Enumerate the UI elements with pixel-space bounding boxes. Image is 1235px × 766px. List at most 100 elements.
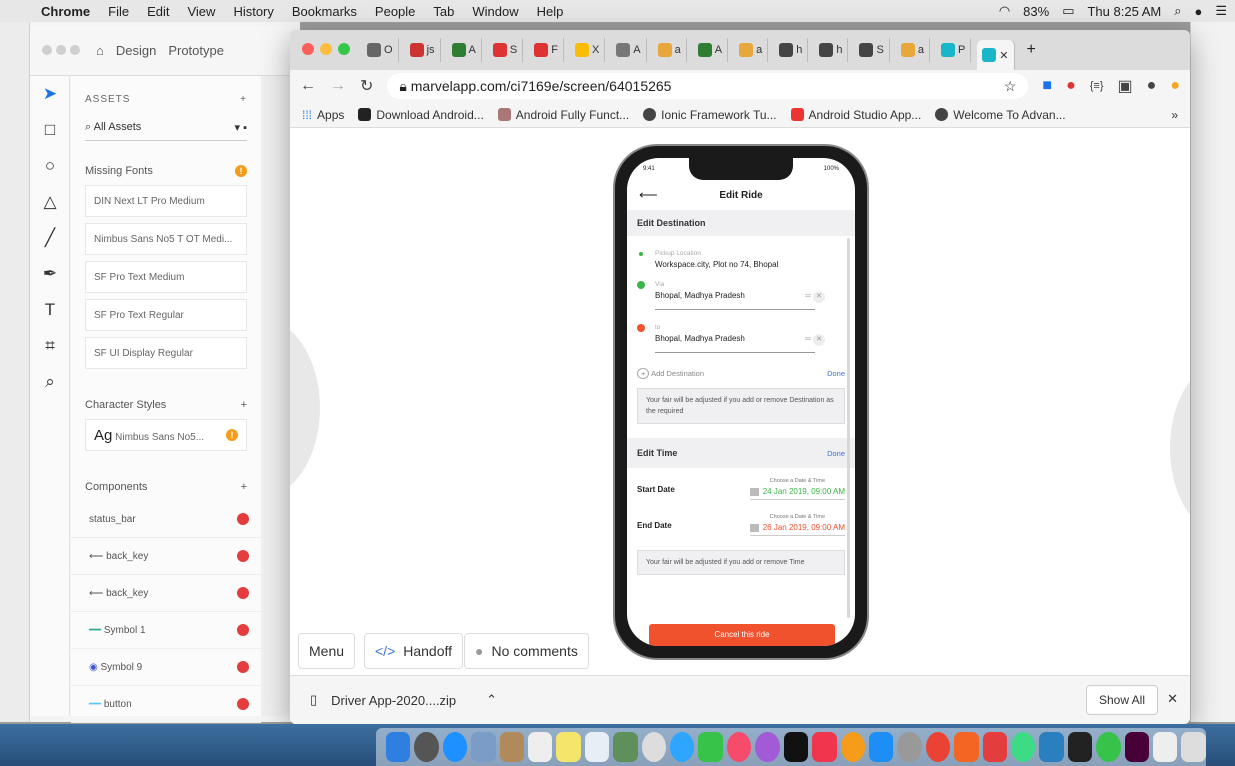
reminders-icon[interactable] <box>584 732 610 762</box>
menu-button[interactable]: Menu <box>298 633 356 669</box>
messages-icon[interactable] <box>670 732 695 762</box>
close-shelf-icon[interactable]: ✕ <box>1167 691 1178 707</box>
update-warning-icon[interactable]: ● <box>1170 77 1180 95</box>
forward-icon[interactable]: → <box>330 77 346 95</box>
triangle-tool-icon[interactable]: △ <box>30 184 70 220</box>
browser-tab[interactable]: A <box>611 38 647 62</box>
profile-avatar[interactable]: ● <box>1147 77 1157 95</box>
font-item[interactable]: SF Pro Text Medium <box>85 261 247 293</box>
drag-handle-icon[interactable]: ═ <box>805 334 813 343</box>
reload-icon[interactable]: ↻ <box>360 76 373 96</box>
pen-tool-icon[interactable]: ✒ <box>30 256 70 292</box>
bookmark-item[interactable]: Android Studio App... <box>790 108 921 122</box>
character-style-item[interactable]: Ag Nimbus Sans No5... ! <box>85 419 247 451</box>
grid-view-icon[interactable]: ▾ ▪ <box>235 121 247 134</box>
component-item[interactable]: ⟵ back_key <box>71 575 261 612</box>
scrollbar[interactable] <box>847 238 850 618</box>
add-style-icon[interactable]: + <box>241 399 247 411</box>
back-arrow-icon[interactable]: ⟵ <box>639 187 658 203</box>
end-date-field[interactable]: 26 Jan 2019, 09:00 AM <box>749 523 845 536</box>
component-item[interactable]: ◉ Symbol 9 <box>71 649 261 686</box>
notes-app-icon[interactable] <box>499 732 525 762</box>
bookmark-item[interactable]: Welcome To Advan... <box>935 108 1066 122</box>
clock[interactable]: Thu 8:25 AM <box>1087 4 1161 19</box>
assets-search[interactable]: ⌕ All Assets ▾ ▪ <box>85 115 247 141</box>
end-date-picker[interactable]: Choose a Date & Time 26 Jan 2019, 09:00 … <box>749 514 845 536</box>
facetime-icon[interactable] <box>698 732 723 762</box>
news-icon[interactable] <box>812 732 837 762</box>
battery-icon[interactable]: ▭ <box>1062 3 1074 19</box>
photos-icon[interactable] <box>641 732 667 762</box>
download-file-name[interactable]: Driver App-2020....zip <box>331 693 456 708</box>
chrome-icon[interactable] <box>925 732 951 762</box>
remove-icon[interactable]: ✕ <box>813 334 825 346</box>
font-item[interactable]: SF Pro Text Regular <box>85 299 247 331</box>
bookmark-item[interactable]: Ionic Framework Tu... <box>643 108 777 122</box>
remove-icon[interactable]: ✕ <box>813 291 825 303</box>
component-item[interactable]: status_bar <box>71 501 261 538</box>
extension-icon[interactable]: ▣ <box>1118 76 1133 96</box>
music-icon[interactable] <box>726 732 752 762</box>
app-icon[interactable] <box>982 732 1007 762</box>
browser-tab[interactable]: js <box>405 38 441 62</box>
more-bookmarks-icon[interactable]: » <box>1171 108 1178 122</box>
download-options-icon[interactable]: ⌃ <box>486 692 497 708</box>
bookmark-apps[interactable]: ⁞⁞⁞ Apps <box>302 108 344 122</box>
menu-history[interactable]: History <box>224 4 282 19</box>
tv-icon[interactable] <box>783 732 809 762</box>
menu-people[interactable]: People <box>366 4 424 19</box>
browser-tab[interactable]: h <box>814 38 849 62</box>
browser-tab[interactable]: X <box>570 38 606 62</box>
preview-icon[interactable] <box>471 732 496 762</box>
maximize-window-icon[interactable] <box>338 42 350 55</box>
vscode-icon[interactable] <box>1039 732 1064 762</box>
text-tool-icon[interactable]: T <box>30 292 70 328</box>
safari-icon[interactable] <box>442 732 468 762</box>
android-studio-icon[interactable] <box>1010 732 1036 762</box>
calendar-icon[interactable] <box>528 732 553 762</box>
books-icon[interactable] <box>840 732 865 762</box>
home-icon[interactable]: ⌂ <box>96 43 104 58</box>
browser-tab[interactable]: A <box>693 38 729 62</box>
rectangle-tool-icon[interactable]: □ <box>30 112 70 148</box>
stickies-icon[interactable] <box>556 732 581 762</box>
menu-app[interactable]: Chrome <box>32 4 99 19</box>
battery-percent[interactable]: 83% <box>1023 4 1049 19</box>
add-asset-icon[interactable]: + <box>240 94 247 105</box>
start-date-field[interactable]: 24 Jan 2019, 09:00 AM <box>749 487 845 500</box>
show-all-button[interactable]: Show All <box>1085 685 1158 715</box>
to-field[interactable]: Bhopal, Madhya Pradesh ═ ✕ <box>655 334 825 346</box>
back-icon[interactable]: ← <box>300 77 316 95</box>
add-component-icon[interactable]: + <box>241 481 247 493</box>
whatsapp-icon[interactable] <box>1096 732 1121 762</box>
launchpad-icon[interactable] <box>414 732 439 762</box>
select-tool-icon[interactable]: ➤ <box>30 76 70 112</box>
artboard-tool-icon[interactable]: ⌗ <box>30 328 70 364</box>
component-item[interactable]: ━━ button <box>71 686 261 723</box>
extension-icon[interactable]: ■ <box>1042 77 1052 95</box>
browser-tab[interactable]: A <box>447 38 482 62</box>
via-field[interactable]: Bhopal, Madhya Pradesh ═ ✕ <box>655 291 825 303</box>
url-field[interactable]: 🔒︎ marvelapp.com/ci7169e/screen/64015265… <box>387 73 1029 99</box>
font-item[interactable]: Nimbus Sans No5 T OT Medi... <box>85 223 247 255</box>
menu-tab[interactable]: Tab <box>424 4 463 19</box>
browser-tab[interactable]: P <box>936 38 972 62</box>
pickup-value[interactable]: Workspace.city, Plot no 74, Bhopal <box>655 260 855 269</box>
app-store-icon[interactable] <box>868 732 894 762</box>
menu-edit[interactable]: Edit <box>138 4 178 19</box>
adblock-icon[interactable]: ● <box>1066 77 1076 95</box>
menu-help[interactable]: Help <box>528 4 573 19</box>
podcasts-icon[interactable] <box>755 732 780 762</box>
trash-icon[interactable] <box>1181 732 1206 762</box>
browser-tab[interactable]: h <box>774 38 809 62</box>
zoom-tool-icon[interactable]: ⌕ <box>30 364 70 400</box>
done-button[interactable]: Done <box>827 369 845 378</box>
bookmark-item[interactable]: Download Android... <box>358 108 484 122</box>
system-preferences-icon[interactable] <box>897 732 922 762</box>
font-item[interactable]: SF UI Display Regular <box>85 337 247 369</box>
downloads-stack-icon[interactable] <box>1152 732 1178 762</box>
tab-prototype[interactable]: Prototype <box>168 43 224 58</box>
notification-center-icon[interactable]: ☰ <box>1215 3 1227 19</box>
component-item[interactable]: ━━ Symbol 1 <box>71 612 261 649</box>
browser-tab[interactable]: a <box>653 38 687 62</box>
